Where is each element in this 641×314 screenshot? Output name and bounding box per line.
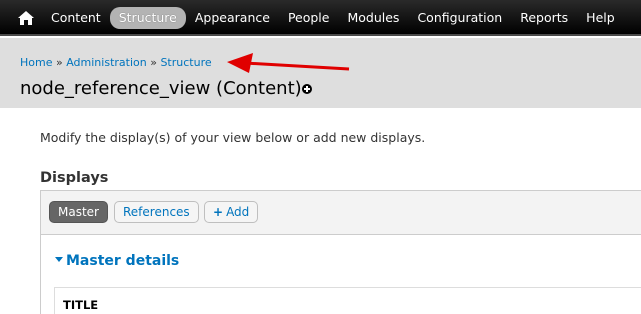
- plus-icon: +: [213, 205, 224, 219]
- page-title: node_reference_view (Content): [20, 78, 302, 99]
- master-details-toggle[interactable]: Master details: [55, 253, 179, 269]
- toolbar-item-appearance[interactable]: Appearance: [186, 7, 279, 29]
- toolbar-item-people[interactable]: People: [279, 7, 339, 29]
- add-display-button[interactable]: + Add: [204, 201, 259, 223]
- toolbar-item-structure[interactable]: Structure: [109, 7, 186, 29]
- master-details-label: Master details: [66, 253, 180, 269]
- home-icon[interactable]: [17, 10, 35, 26]
- tab-master[interactable]: Master: [49, 201, 108, 223]
- breadcrumb-separator: »: [150, 56, 157, 69]
- displays-tab-bar: Master References + Add: [41, 191, 641, 235]
- breadcrumb-separator: »: [55, 56, 63, 69]
- intro-text: Modify the display(s) of your view below…: [40, 130, 426, 145]
- annotation-arrow-icon: [227, 53, 350, 73]
- breadcrumb: Home » Administration » Structure: [20, 56, 212, 69]
- breadcrumb-structure[interactable]: Structure: [160, 56, 211, 69]
- toolbar-item-modules[interactable]: Modules: [338, 7, 408, 29]
- displays-heading: Displays: [40, 170, 109, 186]
- admin-toolbar: Content Structure Appearance People Modu…: [0, 0, 641, 36]
- displays-panel: Master References + Add Master details TI…: [40, 190, 641, 314]
- breadcrumb-administration[interactable]: Administration: [66, 56, 147, 69]
- toolbar-item-help[interactable]: Help: [577, 7, 624, 29]
- toolbar-item-content[interactable]: Content: [42, 7, 110, 29]
- title-section-label: TITLE: [63, 298, 99, 312]
- toolbar-item-configuration[interactable]: Configuration: [408, 7, 511, 29]
- add-shortcut-icon[interactable]: [302, 84, 312, 94]
- title-panel: TITLE: [54, 287, 641, 314]
- caret-down-icon: [55, 257, 63, 262]
- toolbar-nav: Content Structure Appearance People Modu…: [42, 0, 624, 36]
- breadcrumb-home[interactable]: Home: [20, 56, 52, 69]
- toolbar-item-reports[interactable]: Reports: [511, 7, 577, 29]
- tab-references[interactable]: References: [114, 201, 199, 223]
- add-display-label: Add: [226, 205, 250, 219]
